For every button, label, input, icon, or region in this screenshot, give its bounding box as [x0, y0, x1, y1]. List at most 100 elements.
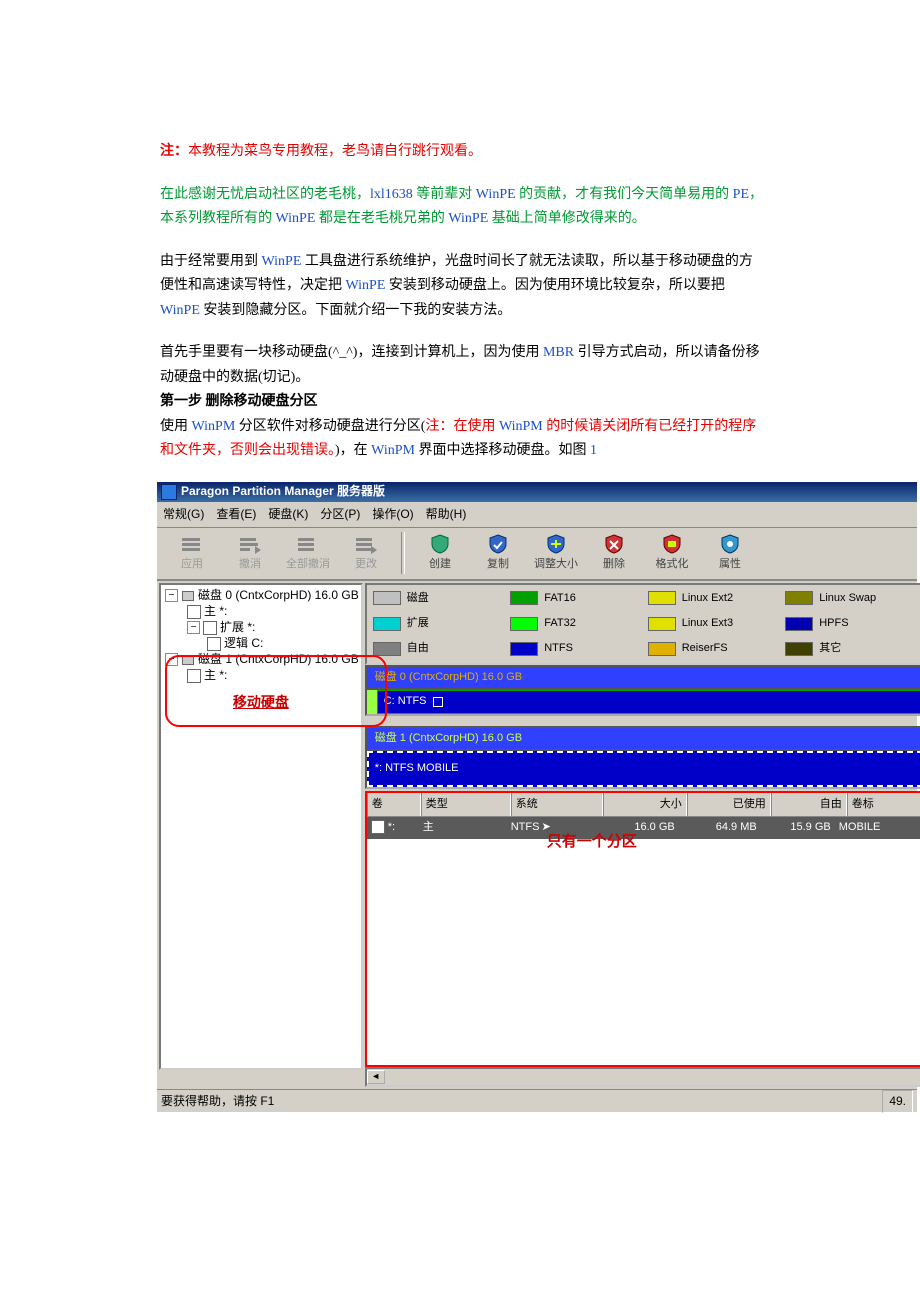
label: 全部撤消 — [286, 555, 330, 574]
window-titlebar[interactable]: Paragon Partition Manager 服务器版 — [157, 482, 917, 502]
note-label: 注： — [160, 144, 188, 159]
window-title: Paragon Partition Manager 服务器版 — [181, 481, 385, 502]
legend-label: ReiserFS — [682, 639, 728, 658]
minus-icon[interactable]: − — [187, 621, 200, 634]
text: *: — [388, 821, 395, 833]
toolbar: 应用 撤消 全部撤消 更改 创建 复制 调整大小 删除 格式化 属性 — [157, 528, 917, 581]
disk-tree[interactable]: −磁盘 0 (CntxCorpHD) 16.0 GB 主 *: −扩展 *: 逻… — [159, 583, 363, 1070]
text: 分区软件对移动硬盘进行分区( — [235, 419, 425, 434]
resize-button[interactable]: 调整大小 — [527, 532, 585, 575]
menu-disk[interactable]: 硬盘(K) — [268, 504, 308, 525]
delete-button[interactable]: 删除 — [585, 532, 643, 575]
tree-disk0[interactable]: −磁盘 0 (CntxCorpHD) 16.0 GB — [163, 588, 359, 604]
label: 格式化 — [656, 555, 689, 574]
disk1-header: 磁盘 1 (CntxCorpHD) 16.0 GB — [365, 726, 920, 749]
disk1-volume[interactable]: *: NTFS MOBILE — [367, 751, 920, 787]
text: 基础上简单修改得来的。 — [488, 211, 646, 226]
undo-button[interactable]: 撤消 — [221, 532, 279, 575]
swatch — [785, 591, 813, 605]
text: 等前辈对 — [413, 187, 476, 202]
winpm-screenshot: Paragon Partition Manager 服务器版 常规(G) 查看(… — [157, 482, 917, 1113]
square-icon — [433, 697, 443, 707]
horizontal-scrollbar[interactable]: ◄ — [365, 1067, 920, 1087]
disk0-header: 磁盘 0 (CntxCorpHD) 16.0 GB — [365, 665, 920, 688]
label: 属性 — [719, 555, 741, 574]
shield-icon — [716, 533, 744, 555]
th-volume[interactable]: 卷 — [367, 793, 421, 816]
th-system[interactable]: 系统 — [511, 793, 603, 816]
minus-icon[interactable]: − — [165, 589, 178, 602]
text: WinPE — [262, 254, 302, 269]
legend-label: FAT32 — [544, 614, 576, 633]
swatch — [648, 617, 676, 631]
th-type[interactable]: 类型 — [421, 793, 511, 816]
format-button[interactable]: 格式化 — [643, 532, 701, 575]
annotation-mobile-disk: 移动硬盘 — [163, 690, 359, 715]
shield-icon — [542, 533, 570, 555]
right-pane: 磁盘 FAT16 Linux Ext2 Linux Swap 扩展 FAT32 … — [365, 583, 920, 1087]
disk0-volume[interactable]: C: NTFS — [377, 690, 920, 714]
cell-type: 主 — [419, 817, 507, 838]
text: lxl1638 — [370, 187, 413, 202]
label: 更改 — [355, 555, 377, 574]
create-button[interactable]: 创建 — [411, 532, 469, 575]
status-help: 要获得帮助，请按 F1 — [161, 1091, 274, 1112]
swatch — [785, 617, 813, 631]
tree-disk1[interactable]: −磁盘 1 (CntxCorpHD) 16.0 GB — [163, 652, 359, 668]
properties-button[interactable]: 属性 — [701, 532, 759, 575]
minus-icon[interactable]: − — [165, 653, 178, 666]
text: PE — [733, 187, 749, 202]
text: 注：在使用 — [425, 419, 499, 434]
text: 由于经常要用到 — [160, 254, 262, 269]
cell-label: MOBILE — [835, 817, 909, 838]
partition-icon — [187, 669, 201, 683]
swatch — [373, 617, 401, 631]
copy-button[interactable]: 复制 — [469, 532, 527, 575]
disk1-bar[interactable]: *: NTFS MOBILE — [365, 749, 920, 789]
text: WinPE — [346, 278, 386, 293]
menu-view[interactable]: 查看(E) — [216, 504, 256, 525]
legend-label: 自由 — [407, 639, 429, 658]
th-size[interactable]: 大小 — [603, 793, 687, 816]
disk-icon — [181, 654, 195, 666]
shield-icon — [484, 533, 512, 555]
legend-label: 其它 — [819, 639, 841, 658]
partition-table: 卷 类型 系统 大小 已使用 自由 卷标 *: 主 NTFS➤ 16.0 GB … — [365, 791, 920, 1067]
text: 安装到移动硬盘上。因为使用环境比较复杂，所以要把 — [385, 278, 725, 293]
disk0-bar[interactable]: C: NTFS — [365, 688, 920, 716]
menu-operate[interactable]: 操作(O) — [372, 504, 413, 525]
text: 首先手里要有一块移动硬盘(^_^)，连接到计算机上，因为使用 — [160, 345, 543, 360]
legend-label: NTFS — [544, 639, 573, 658]
legend-label: 扩展 — [407, 614, 429, 633]
text: WinPE — [476, 187, 516, 202]
label: *: NTFS MOBILE — [375, 759, 459, 778]
changes-button[interactable]: 更改 — [337, 532, 395, 575]
table-row[interactable]: *: 主 NTFS➤ 16.0 GB 64.9 MB 15.9 GB MOBIL… — [367, 817, 920, 838]
legend-label: FAT16 — [544, 589, 576, 608]
menu-partition[interactable]: 分区(P) — [320, 504, 360, 525]
toolbar-separator — [401, 532, 405, 574]
scroll-left-icon[interactable]: ◄ — [367, 1070, 385, 1084]
menubar: 常规(G) 查看(E) 硬盘(K) 分区(P) 操作(O) 帮助(H) — [157, 502, 917, 528]
main-body: −磁盘 0 (CntxCorpHD) 16.0 GB 主 *: −扩展 *: 逻… — [157, 581, 917, 1089]
th-label[interactable]: 卷标 — [847, 793, 920, 816]
text: WinPE — [448, 211, 488, 226]
cell-free: 15.9 GB — [761, 817, 835, 838]
swatch — [648, 642, 676, 656]
step1-heading: 第一步 删除移动硬盘分区 — [160, 390, 765, 415]
th-free[interactable]: 自由 — [771, 793, 847, 816]
th-used[interactable]: 已使用 — [687, 793, 771, 816]
menu-general[interactable]: 常规(G) — [163, 504, 204, 525]
label: C: NTFS — [384, 692, 427, 711]
shield-icon — [600, 533, 628, 555]
legend: 磁盘 FAT16 Linux Ext2 Linux Swap 扩展 FAT32 … — [365, 583, 920, 665]
undo-all-button[interactable]: 全部撤消 — [279, 532, 337, 575]
note-body: 本教程为菜鸟专用教程，老鸟请自行跳行观看。 — [188, 144, 482, 159]
text: WinPE — [276, 211, 316, 226]
text: MBR — [543, 345, 574, 360]
swatch — [648, 591, 676, 605]
menu-help[interactable]: 帮助(H) — [426, 504, 467, 525]
apply-button[interactable]: 应用 — [163, 532, 221, 575]
thanks-paragraph: 在此感谢无忧启动社区的老毛桃，lxl1638 等前辈对 WinPE 的贡献，才有… — [160, 183, 765, 232]
label: 撤消 — [239, 555, 261, 574]
